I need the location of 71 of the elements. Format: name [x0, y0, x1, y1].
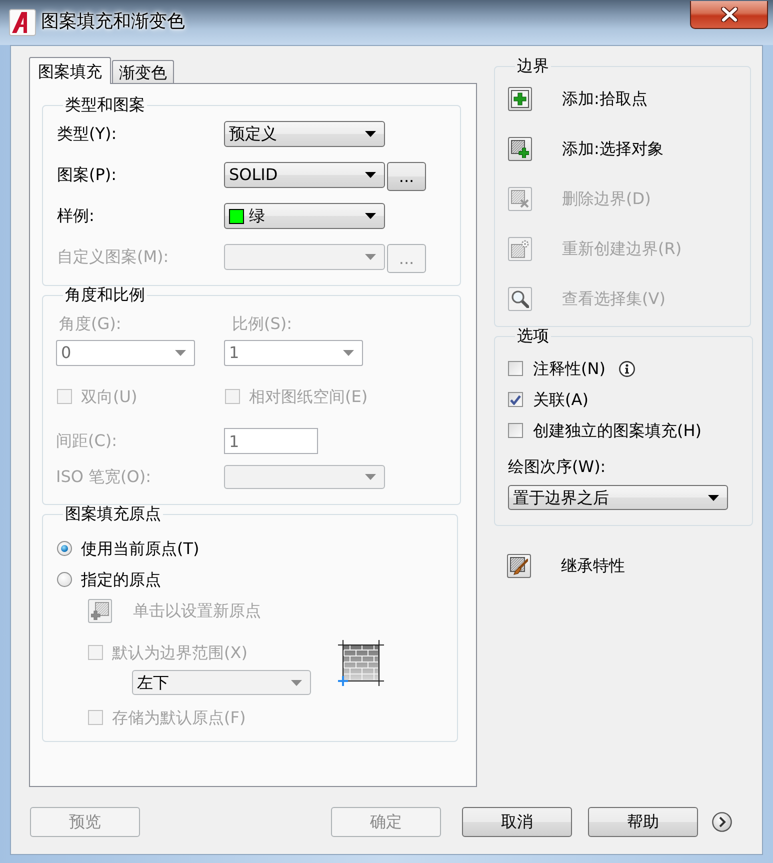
- hatched-square-plus-icon: [91, 602, 109, 620]
- dropdown[interactable]: 预定义: [224, 121, 385, 147]
- checkbox[interactable]: [508, 392, 523, 407]
- caret-icon: [175, 350, 186, 356]
- group-title: 边界: [516, 57, 550, 75]
- checkbox-label: 默认为边界范围(X): [112, 644, 248, 662]
- radio-label: 指定的原点: [81, 570, 161, 588]
- check-icon: [510, 394, 521, 404]
- group-title: 类型和图案: [64, 96, 146, 114]
- action-label: 查看选择集(V): [562, 290, 666, 308]
- caret-icon: [708, 494, 719, 500]
- action-label: 添加:选择对象: [562, 140, 664, 158]
- checkbox-label: 创建独立的图案填充(H): [533, 422, 702, 440]
- action-label: 删除边界(D): [562, 190, 651, 208]
- close-icon: [720, 7, 738, 22]
- magnifier-icon: [511, 290, 529, 308]
- action-label: 单击以设置新原点: [133, 602, 261, 620]
- action-label: 继承特性: [561, 557, 625, 575]
- checkbox[interactable]: [508, 423, 523, 438]
- field-label: 类型(Y):: [57, 125, 117, 143]
- window-title: 图案填充和渐变色: [41, 11, 185, 33]
- hatched-square-cross-icon: [511, 190, 529, 208]
- group-title: 角度和比例: [64, 286, 146, 304]
- tab[interactable]: 渐变色: [112, 60, 174, 83]
- caret-icon: [343, 350, 354, 356]
- caret-icon: [365, 172, 376, 178]
- checkbox-label: 相对图纸空间(E): [249, 388, 368, 406]
- caret-icon: [291, 680, 302, 686]
- caret-icon: [365, 474, 376, 480]
- field-label: ISO 笔宽(O):: [56, 468, 152, 486]
- radio-button[interactable]: [57, 541, 72, 556]
- caret-icon: [365, 254, 376, 260]
- field-label: 绘图次序(W):: [508, 458, 606, 476]
- square-plus-icon: [511, 90, 529, 108]
- brick-preview-icon: [338, 640, 384, 686]
- pick-points-button[interactable]: [508, 87, 532, 111]
- field-label: 样例:: [57, 207, 94, 225]
- dropdown[interactable]: 置于边界之后: [508, 485, 728, 510]
- close-button[interactable]: [690, 1, 768, 29]
- inherit-properties-button[interactable]: [507, 554, 531, 578]
- checkbox-label: 存储为默认原点(F): [112, 708, 246, 726]
- field-label: 间距(C):: [56, 432, 118, 450]
- caret-icon: [365, 213, 376, 219]
- caret-icon: [365, 131, 376, 137]
- field-label: 比例(S):: [232, 315, 292, 333]
- app-logo-icon: [9, 9, 36, 36]
- checkbox-label: 双向(U): [81, 388, 138, 406]
- action-label: 添加:拾取点: [562, 90, 648, 108]
- hatched-square-plus-icon: [511, 140, 529, 158]
- checkbox-label: 关联(A): [533, 390, 588, 408]
- checkbox[interactable]: [508, 361, 523, 376]
- radio-button[interactable]: [57, 572, 72, 587]
- info-icon[interactable]: [619, 360, 636, 376]
- dropdown[interactable]: 绿: [224, 203, 385, 229]
- group-title: 选项: [516, 327, 550, 345]
- cancel-button[interactable]: 取消: [462, 807, 572, 837]
- dropdown[interactable]: SOLID: [224, 162, 385, 188]
- field-label: 角度(G):: [59, 315, 122, 333]
- radio-label: 使用当前原点(T): [81, 540, 200, 558]
- hatched-square-brush-icon: [510, 557, 528, 575]
- browse-button[interactable]: ...: [387, 162, 426, 191]
- help-button[interactable]: 帮助: [588, 807, 698, 837]
- field-label: 图案(P):: [57, 166, 117, 184]
- hatched-square-gear-icon: [511, 240, 529, 258]
- checkbox-label: 注释性(N): [533, 360, 606, 378]
- field-label: 自定义图案(M):: [57, 248, 169, 266]
- group-title: 图案填充原点: [64, 505, 162, 523]
- action-label: 重新创建边界(R): [562, 240, 682, 258]
- tab[interactable]: 图案填充: [29, 57, 111, 84]
- chevron-circle-icon[interactable]: [712, 812, 732, 832]
- select-objects-button[interactable]: [508, 137, 532, 161]
